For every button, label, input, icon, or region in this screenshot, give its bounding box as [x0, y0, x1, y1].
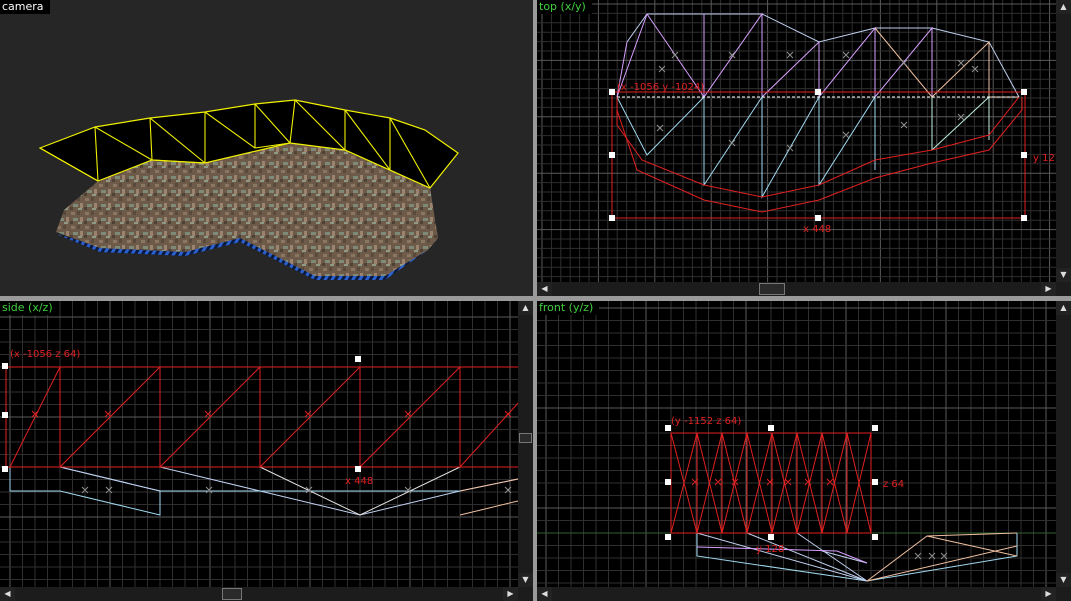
front-brush-wireframe: [696, 532, 1018, 582]
front-height-label: z 64: [883, 479, 904, 490]
top-scroll-down-button[interactable]: ▼: [1056, 268, 1071, 282]
top-scroll-corner: [1056, 282, 1071, 296]
front-scroll-corner: [1056, 587, 1071, 601]
top-height-label: y 12: [1033, 153, 1055, 164]
side-scroll-corner: [518, 587, 533, 601]
side-scroll-thumb-v[interactable]: [519, 433, 532, 443]
camera-viewport[interactable]: camera: [0, 0, 533, 296]
top-brush-centers: [656, 51, 979, 152]
front-brush-centers: [691, 478, 834, 486]
top-vertical-scrollbar[interactable]: ▲ ▼: [1056, 0, 1071, 282]
top-scroll-left-button[interactable]: ◀: [537, 282, 552, 296]
top-scroll-right-button[interactable]: ▶: [1041, 282, 1056, 296]
side-viewport[interactable]: side (x/z) (x -1056 z 64) x 448 ▲ ▼ ◀ ▶: [0, 301, 533, 601]
front-view-canvas[interactable]: (y -1152 z 64) z 64 y 128: [537, 301, 1071, 601]
side-grid: [0, 301, 518, 587]
side-horizontal-scrollbar[interactable]: ◀ ▶: [0, 587, 518, 601]
top-viewport-title: top (x/y): [537, 0, 592, 14]
side-viewport-title: side (x/z): [0, 301, 59, 315]
front-width-label: y 128: [756, 544, 784, 555]
top-scroll-thumb[interactable]: [759, 283, 785, 295]
side-vertical-scrollbar[interactable]: ▲ ▼: [518, 301, 533, 587]
front-vertical-scrollbar[interactable]: ▲ ▼: [1056, 301, 1071, 587]
front-horizontal-scrollbar[interactable]: ◀ ▶: [537, 587, 1056, 601]
top-width-label: x 448: [803, 224, 831, 235]
side-scroll-right-button[interactable]: ▶: [503, 587, 518, 601]
side-width-label: x 448: [345, 476, 373, 487]
front-viewport[interactable]: front (y/z) (y -1152 z 64) z 64 y 128 ▲ …: [537, 301, 1071, 601]
front-scroll-down-button[interactable]: ▼: [1056, 573, 1071, 587]
front-origin-label: (y -1152 z 64): [671, 416, 741, 427]
camera-viewport-title: camera: [0, 0, 50, 14]
side-view-canvas[interactable]: (x -1056 z 64) x 448: [0, 301, 533, 601]
side-scroll-left-button[interactable]: ◀: [0, 587, 15, 601]
side-scroll-down-button[interactable]: ▼: [518, 573, 533, 587]
top-origin-label: (x -1056 y -1024): [617, 82, 704, 93]
side-scroll-thumb-h[interactable]: [222, 588, 242, 600]
front-viewport-title: front (y/z): [537, 301, 600, 315]
front-scroll-left-button[interactable]: ◀: [537, 587, 552, 601]
front-scroll-up-button[interactable]: ▲: [1056, 301, 1071, 315]
front-scroll-right-button[interactable]: ▶: [1041, 587, 1056, 601]
top-horizontal-scrollbar[interactable]: ◀ ▶: [537, 282, 1056, 296]
side-scroll-up-button[interactable]: ▲: [518, 301, 533, 315]
side-brush-centers: [31, 410, 512, 418]
side-origin-label: (x -1056 z 64): [10, 349, 80, 360]
top-grid: [537, 0, 1056, 282]
top-view-canvas[interactable]: (x -1056 y -1024) x 448 y 12: [537, 0, 1071, 296]
top-scroll-up-button[interactable]: ▲: [1056, 0, 1071, 14]
camera-3d-view[interactable]: [0, 0, 533, 296]
top-viewport[interactable]: top (x/y) (x -1056 y -1024) x 448 y 12 ▲…: [537, 0, 1071, 296]
